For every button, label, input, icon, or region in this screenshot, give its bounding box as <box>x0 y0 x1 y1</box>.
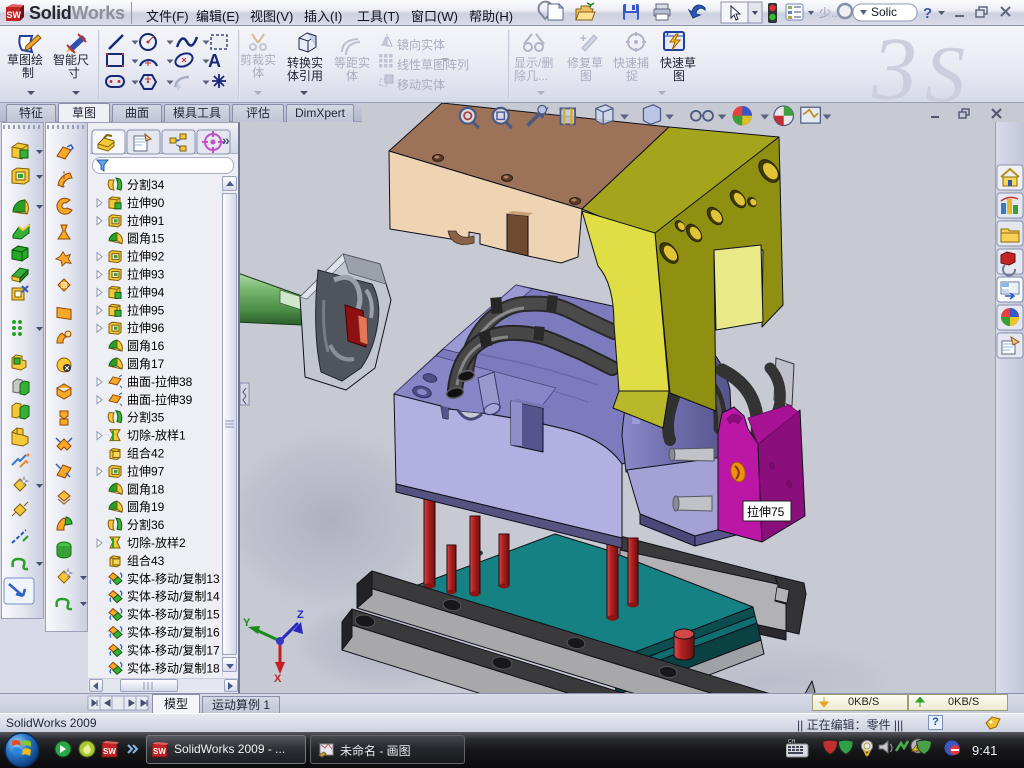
svg-text:实体-移动/复制14: 实体-移动/复制14 <box>127 589 220 604</box>
svg-text:圆角15: 圆角15 <box>127 232 165 246</box>
svg-text:少..: 少.. <box>819 6 838 20</box>
svg-text:拉伸97: 拉伸97 <box>127 463 165 478</box>
svg-text:拉伸75: 拉伸75 <box>747 504 785 519</box>
svg-text:圆角16: 圆角16 <box>127 339 165 353</box>
svg-text:实体-移动/复制18: 实体-移动/复制18 <box>127 660 220 675</box>
svg-text:分割34: 分割34 <box>127 177 165 192</box>
svg-text:SW: SW <box>153 747 166 756</box>
svg-text:拉伸92: 拉伸92 <box>127 249 165 264</box>
svg-text:实体-移动/复制17: 实体-移动/复制17 <box>127 642 220 657</box>
svg-text:实体-移动/复制13: 实体-移动/复制13 <box>127 571 220 586</box>
svg-text:组合43: 组合43 <box>127 553 165 568</box>
svg-text:拉伸96: 拉伸96 <box>127 320 165 335</box>
svg-text:实体-移动/复制15: 实体-移动/复制15 <box>127 607 220 622</box>
svg-text:拉伸93: 拉伸93 <box>127 267 165 282</box>
svg-text:曲面-拉伸38: 曲面-拉伸38 <box>127 374 193 389</box>
svg-text:拉伸94: 拉伸94 <box>127 284 165 299</box>
svg-text:圆角17: 圆角17 <box>127 357 165 371</box>
svg-text:+: + <box>580 33 586 45</box>
svg-text:分割35: 分割35 <box>127 410 165 425</box>
svg-text:?: ? <box>923 5 932 22</box>
svg-text:曲面-拉伸39: 曲面-拉伸39 <box>127 392 193 407</box>
svg-text:SW: SW <box>103 747 116 756</box>
svg-text:实体-移动/复制16: 实体-移动/复制16 <box>127 625 220 640</box>
svg-text:Y: Y <box>243 617 251 629</box>
svg-text:Z: Z <box>297 609 304 621</box>
svg-text:SW: SW <box>7 10 22 20</box>
svg-text:分割36: 分割36 <box>127 517 165 532</box>
svg-text:切除-放样2: 切除-放样2 <box>127 535 186 550</box>
svg-text:切除-放样1: 切除-放样1 <box>127 428 186 443</box>
svg-text:拉伸90: 拉伸90 <box>127 195 165 210</box>
svg-text:拉伸95: 拉伸95 <box>127 302 165 317</box>
svg-text:X: X <box>274 673 282 685</box>
svg-text:拉伸91: 拉伸91 <box>127 213 165 228</box>
svg-text:圆角19: 圆角19 <box>127 500 165 514</box>
svg-text:CH: CH <box>788 739 796 745</box>
svg-text:圆角18: 圆角18 <box>127 482 165 496</box>
svg-text:组合42: 组合42 <box>127 446 165 461</box>
svg-text:Solic: Solic <box>871 5 897 19</box>
